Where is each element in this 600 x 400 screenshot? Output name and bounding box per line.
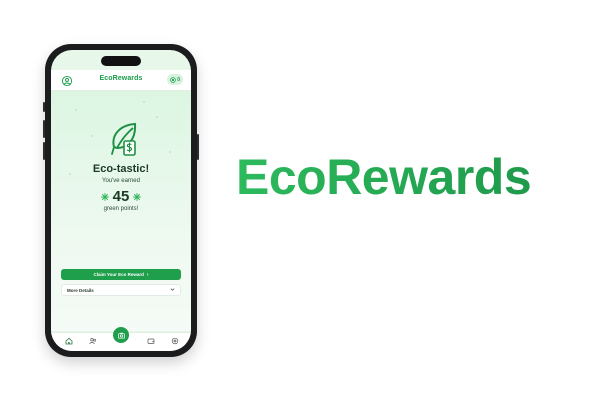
dynamic-island xyxy=(101,56,141,66)
sparkle-dot xyxy=(169,151,171,153)
sparkle-dot xyxy=(143,101,145,103)
reward-content: Eco-tastic! You've earned 45 green point… xyxy=(51,91,191,331)
sparkle-icon xyxy=(133,192,142,201)
chevron-down-icon xyxy=(170,288,175,291)
app-header: EcoRewards 0 xyxy=(51,70,191,91)
phone-screen: EcoRewards 0 Eco-tastic! You've earned 4… xyxy=(51,50,191,351)
brand-wordmark: EcoRewards xyxy=(236,149,532,205)
claim-reward-label: Claim Your Eco Reward xyxy=(93,272,144,277)
sparkle-dot xyxy=(156,116,158,118)
phone-mockup: EcoRewards 0 Eco-tastic! You've earned 4… xyxy=(43,44,199,357)
eco-scan-button[interactable] xyxy=(113,327,129,343)
claim-reward-button[interactable]: Claim Your Eco Reward › xyxy=(61,269,181,280)
phone-mute-switch xyxy=(43,102,45,112)
more-details-dropdown[interactable]: More Details xyxy=(61,284,181,296)
sparkle-dot xyxy=(91,135,93,137)
more-details-label: More Details xyxy=(67,287,94,293)
eco-scan-icon xyxy=(117,332,125,339)
people-icon[interactable] xyxy=(89,337,97,345)
points-unit-label: green points! xyxy=(103,206,139,212)
leaf-money-icon xyxy=(108,121,140,157)
points-earned-value: 45 xyxy=(112,188,130,205)
points-row: 45 xyxy=(51,188,191,205)
sparkle-icon xyxy=(100,192,109,201)
home-icon[interactable] xyxy=(65,337,73,345)
settings-icon[interactable] xyxy=(171,337,179,345)
phone-power-button xyxy=(197,134,199,160)
earned-label: You've earned xyxy=(102,178,140,184)
stage: EcoRewards 0 Eco-tastic! You've earned 4… xyxy=(0,0,600,400)
phone-volume-up xyxy=(43,120,45,138)
chevron-right-icon: › xyxy=(146,271,149,278)
wallet-icon[interactable] xyxy=(147,337,155,345)
reward-headline: Eco-tastic! xyxy=(92,163,150,175)
points-balance-value: 0 xyxy=(177,76,180,83)
points-balance-badge[interactable]: 0 xyxy=(167,74,183,85)
phone-volume-down xyxy=(43,142,45,160)
sparkle-dot xyxy=(75,109,77,111)
coin-icon xyxy=(170,76,176,83)
bottom-navigation xyxy=(51,327,191,351)
